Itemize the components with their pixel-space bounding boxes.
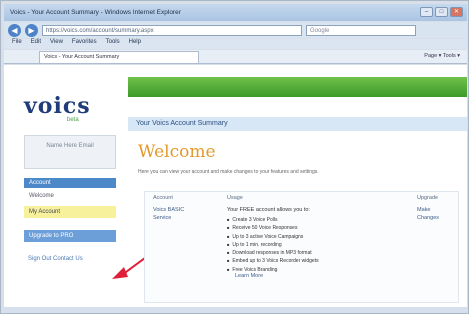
list-item: Up to 1 min. recording [227,241,319,249]
sidebar-item-welcome[interactable]: Welcome [24,190,116,202]
list-item: Receive 50 Voice Responses [227,224,319,232]
tab-account-summary[interactable]: Voics - Your Account Summary [39,50,199,63]
menu-favorites[interactable]: Favorites [72,39,97,49]
menu-view[interactable]: View [50,39,63,49]
sidebar-item-my-account[interactable]: My Account [24,206,116,218]
upgrade-button[interactable]: Upgrade to PRO [24,230,116,242]
account-table: Account Usage Upgrade Voics BASIC Servic… [144,191,459,303]
page-viewport: voics beta Name Here Email Account Welco… [4,65,467,307]
menu-file[interactable]: File [12,39,22,49]
window-title: Voics - Your Account Summary - Windows I… [10,9,181,16]
maximize-button[interactable]: □ [435,7,448,17]
feature-list: Create 3 Voice Polls Receive 50 Voice Re… [227,216,319,274]
logo-subtitle: beta [67,117,79,123]
close-button[interactable]: ✕ [450,7,463,17]
address-bar: ◀ ▶ https://voics.com/account/summary.as… [4,22,467,38]
account-type: Voics BASIC Service [153,207,185,221]
page-title: Your Voics Account Summary [128,117,467,131]
voics-logo[interactable]: voics [24,93,91,119]
header-usage: Usage [227,195,243,201]
header-upgrade: Upgrade [417,195,439,201]
welcome-description: Here you can view your account and make … [138,169,319,175]
header-account: Account [153,195,173,201]
menu-bar: File Edit View Favorites Tools Help [4,39,467,49]
welcome-heading: Welcome [138,142,216,162]
window-titlebar: Voics - Your Account Summary - Windows I… [4,4,467,21]
browser-window: Voics - Your Account Summary - Windows I… [0,0,469,314]
menu-edit[interactable]: Edit [31,39,41,49]
sidebar-header: Account [24,178,116,188]
search-input[interactable]: Google [306,24,416,36]
back-icon[interactable]: ◀ [8,23,21,37]
user-info-box: Name Here Email [24,135,116,169]
learn-more-link[interactable]: Learn More [235,272,263,280]
list-item: Download responses in MP3 format [227,249,319,257]
status-bar [4,307,467,313]
menu-tools[interactable]: Tools [106,39,120,49]
list-item: Create 3 Voice Polls [227,216,319,224]
header-bar [128,77,467,97]
tab-bar: Voics - Your Account Summary [4,50,467,64]
sidebar-links[interactable]: Sign Out Contact Us [28,256,83,262]
minimize-button[interactable]: – [420,7,433,17]
list-item: Up to 3 active Voice Campaigns [227,233,319,241]
usage-intro: Your FREE account allows you to: [227,207,310,213]
window-controls: – □ ✕ [420,7,463,17]
url-input[interactable]: https://voics.com/account/summary.aspx [42,24,302,36]
list-item: Embed up to 3 Voics Recorder widgets [227,257,318,265]
forward-icon[interactable]: ▶ [25,23,38,37]
menu-help[interactable]: Help [129,39,141,49]
make-changes-link[interactable]: Make Changes [417,206,439,222]
command-bar[interactable]: Page ▾ Tools ▾ [424,53,460,59]
